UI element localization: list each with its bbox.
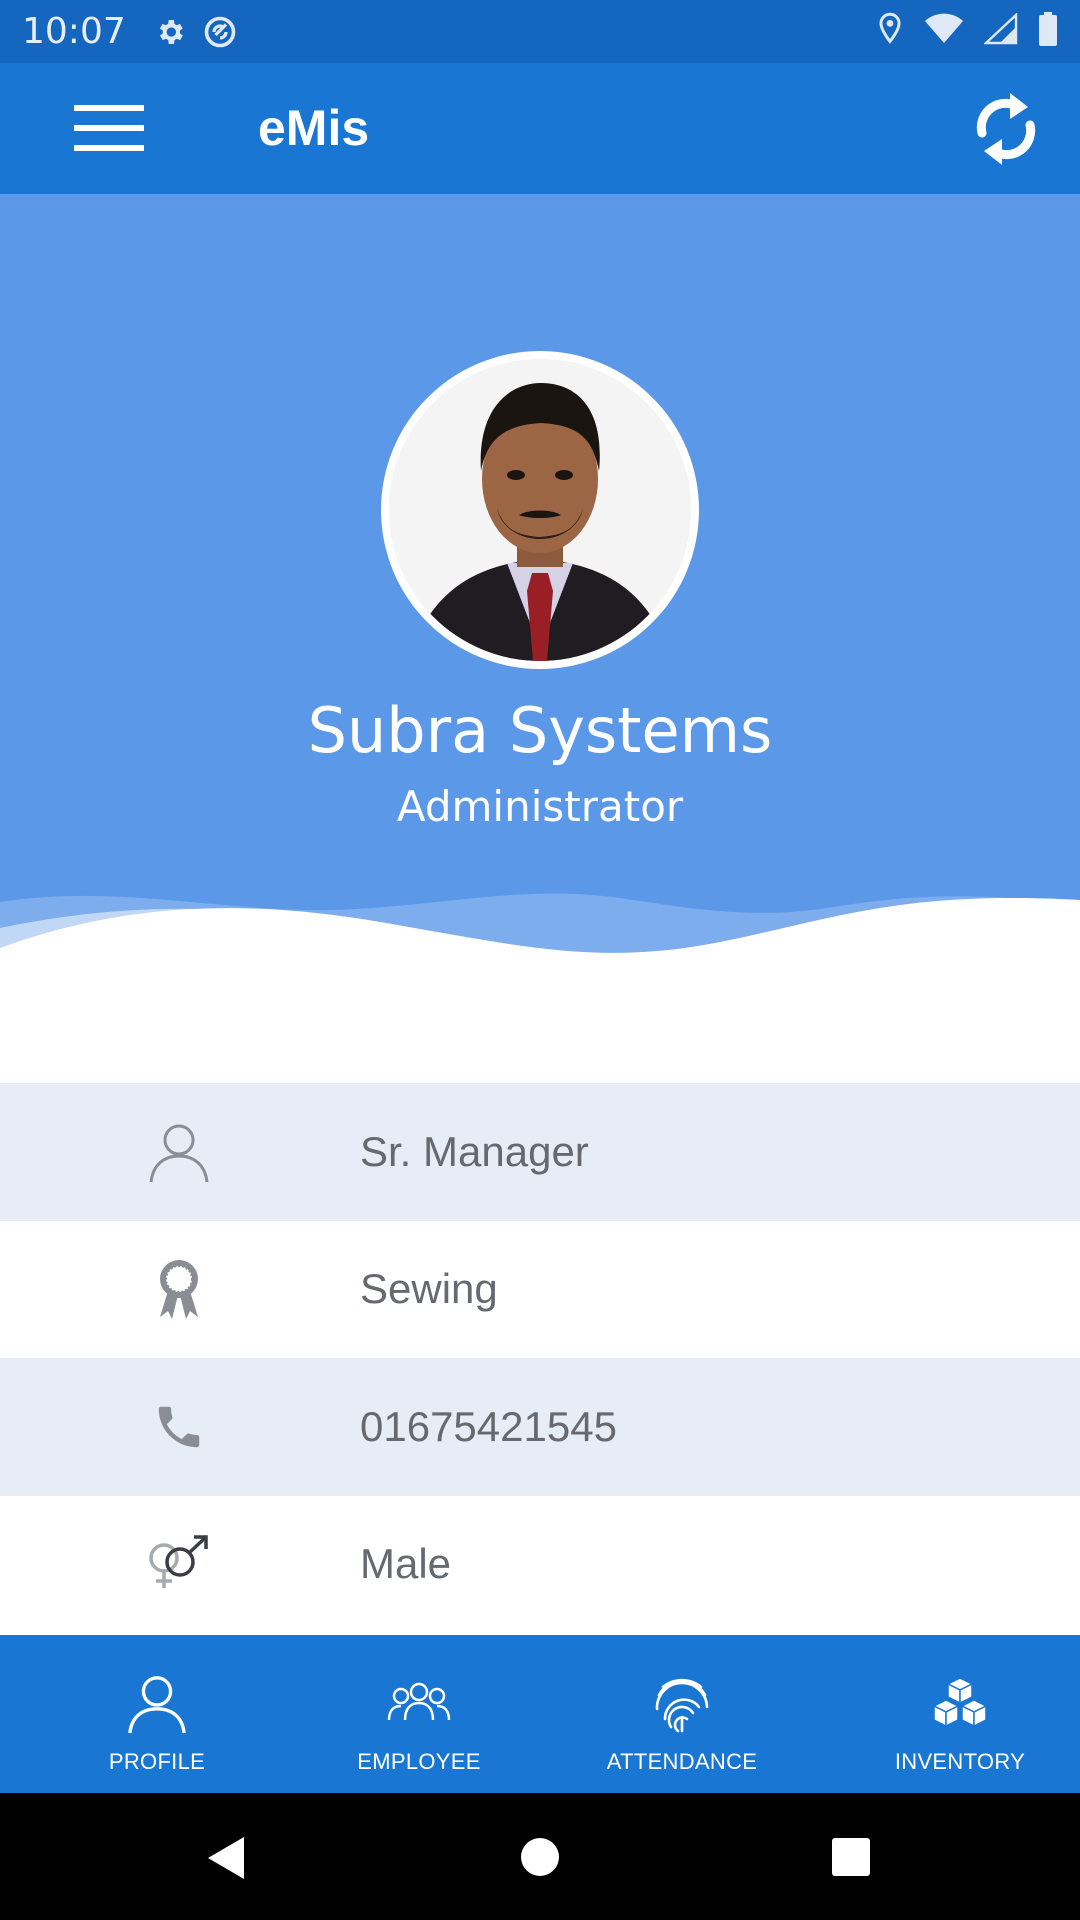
info-row-gender: Male xyxy=(0,1496,1080,1634)
wifi-icon xyxy=(924,13,964,50)
gender-icon xyxy=(143,1528,215,1600)
phone-icon xyxy=(143,1391,215,1463)
gear-icon xyxy=(154,16,186,48)
status-right-icons xyxy=(876,12,1058,51)
nav-inventory[interactable]: INVENTORY xyxy=(840,1635,1080,1793)
menu-button[interactable] xyxy=(74,103,144,153)
back-icon xyxy=(208,1837,244,1879)
fingerprint-icon xyxy=(647,1671,717,1737)
battery-icon xyxy=(1038,12,1058,51)
nav-profile[interactable]: PROFILE xyxy=(0,1635,314,1793)
nav-employee-label: EMPLOYEE xyxy=(357,1749,481,1774)
nav-employee[interactable]: EMPLOYEE xyxy=(314,1635,524,1793)
nav-attendance-label: ATTENDANCE xyxy=(606,1749,758,1774)
recents-icon xyxy=(832,1838,870,1876)
location-icon xyxy=(876,12,904,51)
home-icon xyxy=(521,1838,559,1876)
info-list: Sr. Manager Sewing 01675421545 Male xyxy=(0,1083,1080,1633)
app-bar: eMis xyxy=(0,63,1080,194)
profile-screen: 10:07 eMis Subra Systems Administrator S… xyxy=(0,0,1080,1920)
sync-circle-icon xyxy=(202,14,238,50)
info-row-phone[interactable]: 01675421545 xyxy=(0,1358,1080,1496)
info-row-department: Sewing xyxy=(0,1221,1080,1359)
profile-icon xyxy=(122,1671,192,1737)
group-icon xyxy=(384,1671,454,1737)
signal-icon xyxy=(982,12,1018,50)
department-text: Sewing xyxy=(360,1265,498,1313)
info-row-designation: Sr. Manager xyxy=(0,1083,1080,1221)
bottom-nav: PROFILE EMPLOYEE ATTENDANCE INVENTORY xyxy=(0,1635,1080,1793)
status-time: 10:07 xyxy=(22,11,126,52)
back-button[interactable] xyxy=(204,1835,248,1881)
menu-icon xyxy=(74,105,144,151)
phone-text: 01675421545 xyxy=(360,1402,617,1450)
boxes-icon xyxy=(925,1671,995,1737)
refresh-icon xyxy=(976,93,1036,165)
designation-text: Sr. Manager xyxy=(360,1127,589,1175)
nav-inventory-label: INVENTORY xyxy=(894,1749,1026,1774)
nav-attendance[interactable]: ATTENDANCE xyxy=(524,1635,840,1793)
status-bar: 10:07 xyxy=(0,0,1080,63)
app-title: eMis xyxy=(258,100,370,156)
home-button[interactable] xyxy=(520,1837,560,1877)
person-icon xyxy=(143,1116,215,1188)
gender-text: Male xyxy=(360,1540,452,1588)
refresh-button[interactable] xyxy=(972,87,1040,171)
recents-button[interactable] xyxy=(831,1837,871,1877)
profile-header: Subra Systems Administrator xyxy=(0,194,1080,994)
nav-profile-label: PROFILE xyxy=(108,1749,206,1774)
header-wave xyxy=(0,893,1080,994)
award-ribbon-icon xyxy=(143,1253,215,1325)
system-nav-bar xyxy=(0,1793,1080,1920)
